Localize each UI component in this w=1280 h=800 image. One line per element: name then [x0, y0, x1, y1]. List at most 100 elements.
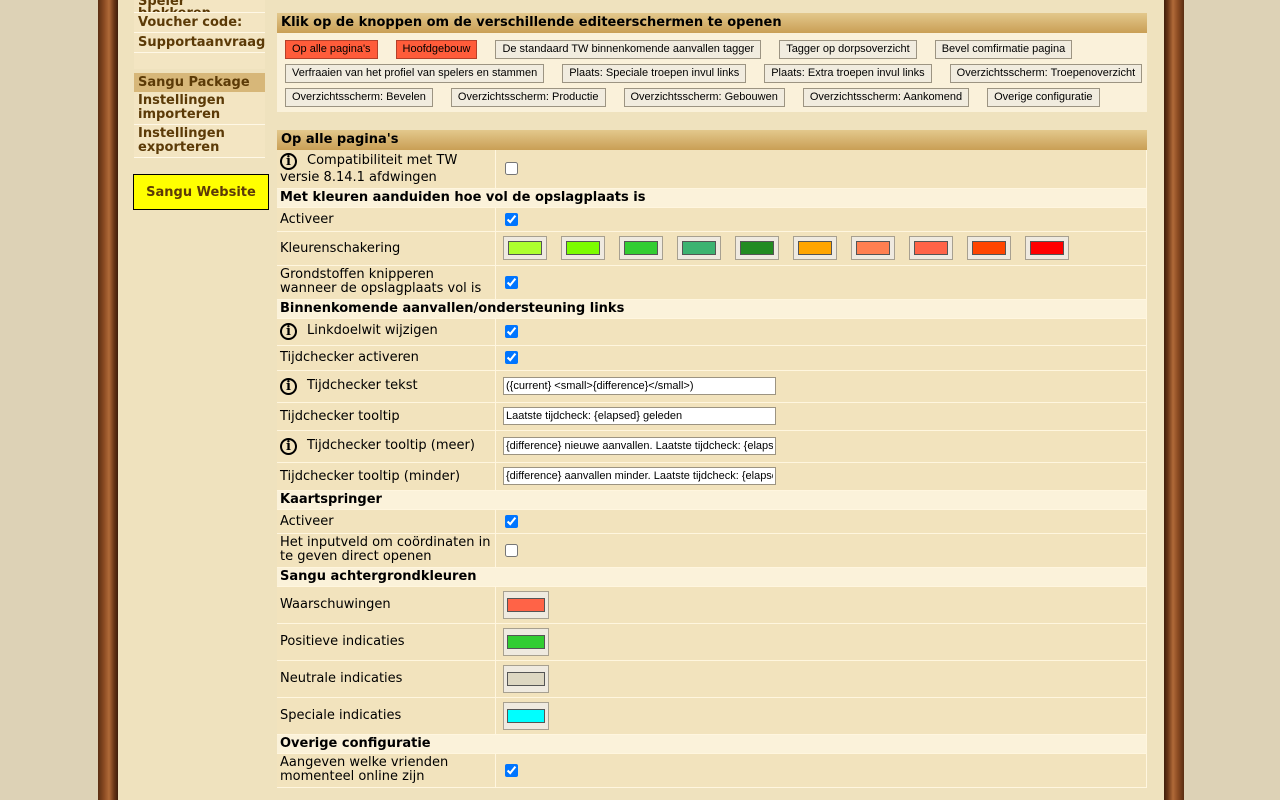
settings-row-tooltip: Tijdchecker tooltip: [277, 402, 1147, 431]
color-swatch: [856, 241, 890, 255]
editor-button-all-pages[interactable]: Op alle pagina's: [285, 39, 378, 59]
page-background-right: [1184, 0, 1280, 800]
sidebar-item-voucher[interactable]: Voucher code:: [134, 13, 265, 33]
color-swatch: [507, 597, 545, 612]
subsection-title: Binnenkomende aanvallen/ondersteuning li…: [277, 299, 1147, 319]
setting-label: Compatibiliteit met TW versie 8.14.1 afd…: [280, 152, 458, 185]
special-color-picker[interactable]: [503, 701, 549, 730]
editor-button-special-troops[interactable]: Plaats: Speciale troepen invul links: [562, 63, 747, 83]
color-swatch: [914, 241, 948, 255]
info-icon[interactable]: i: [280, 152, 297, 170]
editor-button-extra-troops[interactable]: Plaats: Extra troepen invul links: [764, 63, 932, 83]
settings-row-color-gradient: Kleurenschakering: [277, 231, 1147, 266]
warnings-color-picker[interactable]: [503, 590, 549, 619]
color-swatch: [507, 671, 545, 686]
sidebar-item-import-settings[interactable]: Instellingen importeren: [134, 92, 265, 125]
tooltip-less-input[interactable]: [503, 467, 776, 485]
mapjumper-activate-checkbox[interactable]: [505, 514, 518, 528]
editor-button-incoming-tagger[interactable]: De standaard TW binnenkomende aanvallen …: [495, 39, 762, 59]
color-swatch: [798, 241, 832, 255]
setting-label: Waarschuwingen: [277, 586, 496, 624]
info-icon[interactable]: i: [280, 437, 297, 455]
editor-button-production-overview[interactable]: Overzichtsscherm: Productie: [450, 87, 606, 107]
color-swatch: [682, 241, 716, 255]
setting-label: Neutrale indicaties: [277, 660, 496, 698]
editor-button-profile[interactable]: Verfraaien van het profiel van spelers e…: [285, 63, 545, 83]
friends-checkbox[interactable]: [505, 763, 518, 777]
timecheck-checkbox[interactable]: [505, 351, 518, 364]
settings-row-tooltip-less: Tijdchecker tooltip (minder): [277, 462, 1147, 491]
tooltip-input[interactable]: [503, 407, 776, 425]
tooltip-more-input[interactable]: [503, 437, 776, 455]
editor-button-other-config[interactable]: Overige configuratie: [987, 87, 1100, 107]
settings-row-mapjumper-activate: Activeer: [277, 509, 1147, 534]
frame-border-right: [1164, 0, 1184, 800]
settings-row-storage-activate: Activeer: [277, 207, 1147, 232]
setting-label: Aangeven welke vrienden momenteel online…: [277, 753, 496, 788]
settings-table: i Compatibiliteit met TW versie 8.14.1 af…: [277, 150, 1147, 788]
info-icon[interactable]: i: [280, 323, 297, 340]
setting-label: Tijdchecker tooltip (minder): [277, 462, 496, 491]
settings-row-positive: Positieve indicaties: [277, 623, 1147, 661]
linktarget-checkbox[interactable]: [505, 325, 518, 338]
settings-row-tooltip-more: i Tijdchecker tooltip (meer): [277, 430, 1147, 463]
subsection-mapjumper: Kaartspringer: [277, 490, 1147, 510]
color-swatch: [566, 241, 600, 255]
gradient-color-picker[interactable]: [909, 236, 953, 260]
subsection-incoming: Binnenkomende aanvallen/ondersteuning li…: [277, 299, 1147, 319]
setting-label: Positieve indicaties: [277, 623, 496, 661]
settings-row-mapjumper-direct: Het inputveld om coördinaten in te geven…: [277, 533, 1147, 568]
editor-button-village-tagger[interactable]: Tagger op dorpsoverzicht: [779, 39, 917, 59]
blink-checkbox[interactable]: [505, 275, 518, 289]
subsection-other: Overige configuratie: [277, 734, 1147, 754]
color-swatch: [508, 241, 542, 255]
gradient-color-picker[interactable]: [793, 236, 837, 260]
compat-checkbox[interactable]: [505, 162, 518, 176]
color-swatch: [1030, 241, 1064, 255]
color-swatch: [507, 708, 545, 723]
timetext-input[interactable]: [503, 377, 776, 395]
settings-row-friends: Aangeven welke vrienden momenteel online…: [277, 753, 1147, 788]
settings-row-special: Speciale indicaties: [277, 697, 1147, 735]
color-swatch: [740, 241, 774, 255]
subsection-title: Met kleuren aanduiden hoe vol de opslagp…: [277, 188, 1147, 208]
gradient-color-picker[interactable]: [735, 236, 779, 260]
page-background-left: [0, 0, 98, 800]
gradient-color-picker[interactable]: [561, 236, 605, 260]
setting-label: Tijdchecker tooltip: [277, 402, 496, 431]
frame-border-left: [98, 0, 118, 800]
editor-button-incoming-overview[interactable]: Overzichtsscherm: Aankomend: [802, 87, 970, 107]
sangu-website-button[interactable]: Sangu Website: [133, 174, 269, 210]
sidebar-item-support[interactable]: Supportaanvraag: [134, 33, 265, 53]
editor-button-commands-overview[interactable]: Overzichtsscherm: Bevelen: [285, 87, 433, 107]
sidebar-spacer: [134, 53, 265, 69]
gradient-color-picker[interactable]: [1025, 236, 1069, 260]
gradient-color-picker[interactable]: [619, 236, 663, 260]
editor-button-troops-overview[interactable]: Overzichtsscherm: Troepenoverzicht: [949, 63, 1143, 83]
gradient-color-picker[interactable]: [851, 236, 895, 260]
settings-section-title: Op alle pagina's: [277, 130, 1147, 150]
gradient-color-picker[interactable]: [503, 236, 547, 260]
positive-color-picker[interactable]: [503, 627, 549, 656]
info-icon[interactable]: i: [280, 377, 297, 395]
neutral-color-picker[interactable]: [503, 664, 549, 693]
setting-label: Kleurenschakering: [277, 231, 496, 266]
main-panel: Klik op de knoppen om de verschillende e…: [277, 13, 1147, 788]
mapjumper-direct-checkbox[interactable]: [505, 543, 518, 557]
setting-label: Linkdoelwit wijzigen: [307, 323, 438, 338]
gradient-color-picker[interactable]: [677, 236, 721, 260]
sidebar-item-export-settings[interactable]: Instellingen exporteren: [134, 125, 265, 158]
sidebar-item-block-player[interactable]: Speler blokkeren: [134, 0, 265, 13]
setting-label: Speciale indicaties: [277, 697, 496, 735]
subsection-bgcolors: Sangu achtergrondkleuren: [277, 567, 1147, 587]
editor-button-command-confirm[interactable]: Bevel comfirmatie pagina: [934, 39, 1073, 59]
editor-button-main-building[interactable]: Hoofdgebouw: [395, 39, 478, 59]
editor-buttons-panel: Op alle pagina's Hoofdgebouw De standaar…: [277, 33, 1147, 112]
setting-label: Grondstoffen knipperen wanneer de opslag…: [277, 265, 496, 300]
setting-label: Tijdchecker activeren: [277, 345, 496, 371]
settings-row-neutral: Neutrale indicaties: [277, 660, 1147, 698]
gradient-color-picker[interactable]: [967, 236, 1011, 260]
settings-row-timetext: i Tijdchecker tekst: [277, 370, 1147, 403]
editor-button-buildings-overview[interactable]: Overzichtsscherm: Gebouwen: [623, 87, 785, 107]
storage-activate-checkbox[interactable]: [505, 212, 518, 226]
